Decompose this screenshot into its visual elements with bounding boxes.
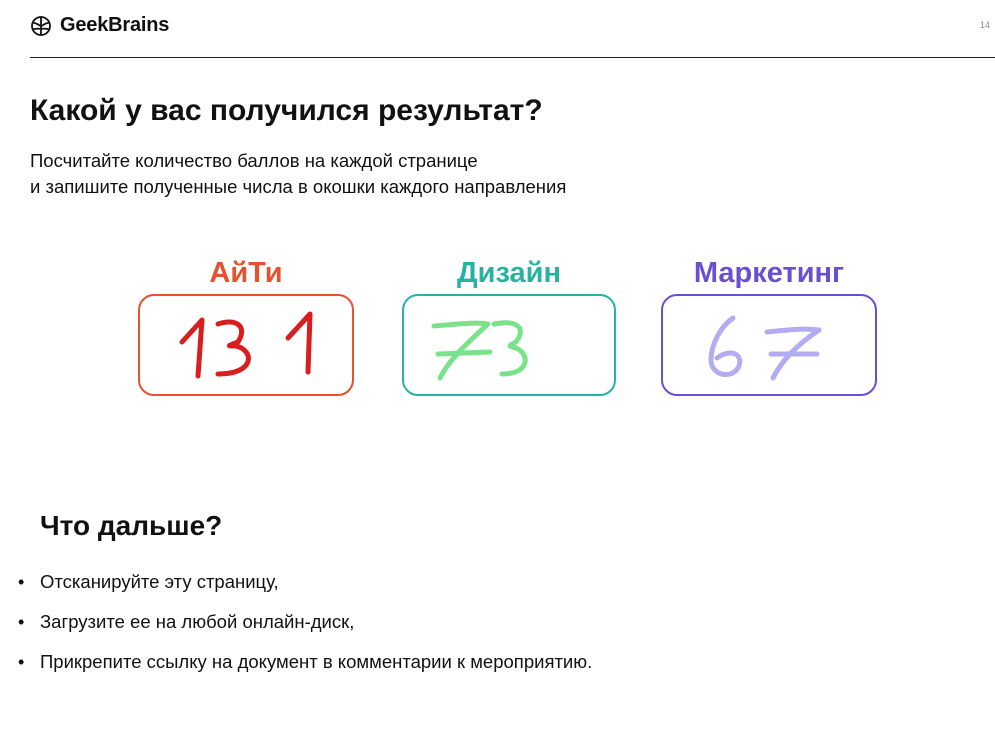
next-steps-list: • Отсканируйте эту страницу, • Загрузите… [18, 568, 592, 688]
bullet-icon: • [18, 612, 25, 632]
page-number: 14 [979, 20, 990, 30]
header: GeekBrains 14 [0, 0, 995, 58]
instructions: Посчитайте количество баллов на каждой с… [30, 148, 566, 200]
logo-text: GeekBrains [60, 14, 170, 36]
category-card-marketing: Маркетинг [661, 256, 877, 396]
score-box-design[interactable] [402, 294, 616, 396]
list-item-text: Прикрепите ссылку на документ в коммента… [40, 651, 593, 672]
bullet-icon: • [18, 572, 25, 592]
list-item: • Отсканируйте эту страницу, [18, 568, 592, 608]
category-label-marketing: Маркетинг [693, 257, 845, 289]
next-steps-title: Что дальше? [40, 510, 223, 541]
list-item-text: Загрузите ее на любой онлайн-диск, [40, 611, 355, 632]
category-card-it: АйТи [138, 256, 354, 396]
handwritten-score-design [431, 320, 528, 381]
list-item: • Загрузите ее на любой онлайн-диск, [18, 608, 592, 648]
instructions-line-1: Посчитайте количество баллов на каждой с… [30, 150, 478, 171]
brain-icon [31, 15, 51, 36]
bullet-icon: • [18, 652, 25, 672]
category-label-design: Дизайн [457, 257, 561, 289]
score-box-marketing[interactable] [661, 294, 877, 396]
category-card-design: Дизайн [402, 256, 616, 396]
instructions-line-2: и запишите полученные числа в окошки каж… [30, 176, 567, 197]
category-label-it: АйТи [209, 257, 283, 289]
list-item: • Прикрепите ссылку на документ в коммен… [18, 648, 592, 688]
header-divider [30, 57, 995, 58]
score-box-it[interactable] [138, 294, 354, 396]
logo[interactable]: GeekBrains [30, 14, 169, 37]
handwritten-score-marketing [708, 315, 822, 381]
page-title: Какой у вас получился результат? [30, 94, 543, 127]
list-item-text: Отсканируйте эту страницу, [40, 571, 279, 592]
handwritten-score-it [179, 311, 313, 379]
